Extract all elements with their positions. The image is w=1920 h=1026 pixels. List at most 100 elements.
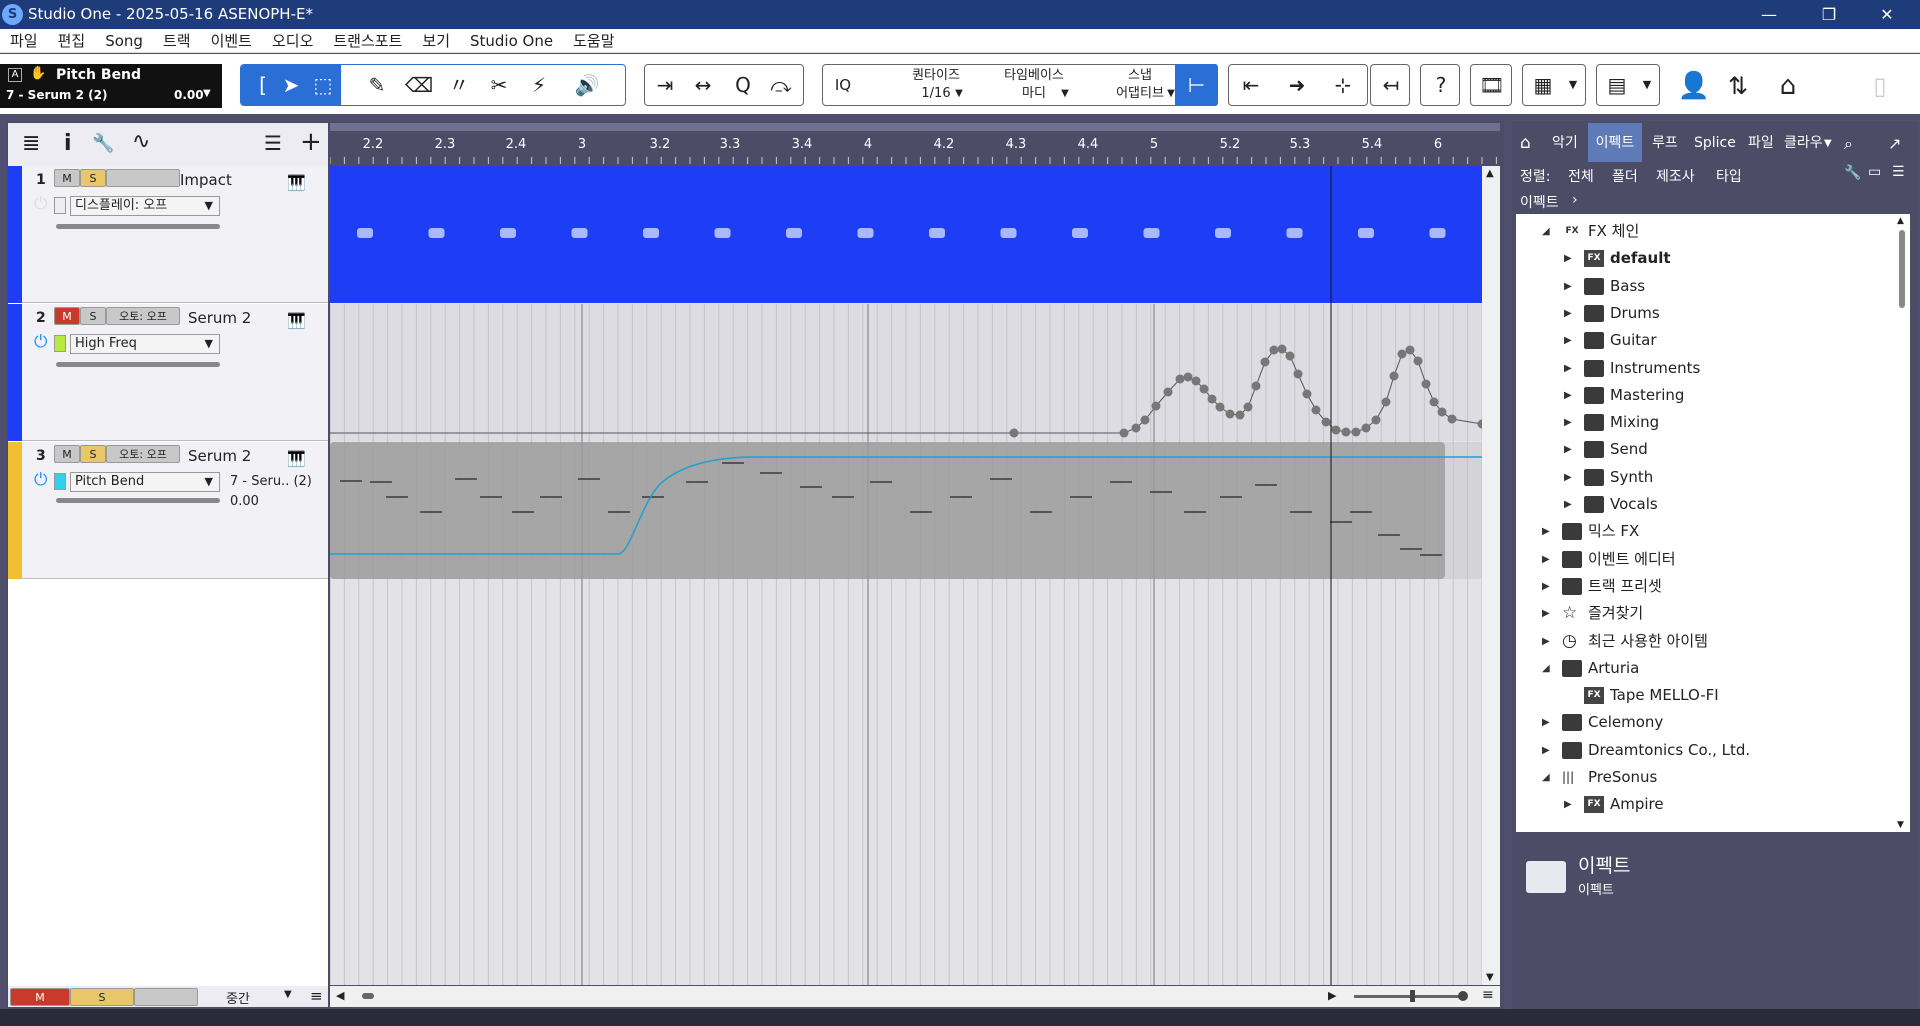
pencil-tool-icon[interactable]: ✎	[359, 65, 395, 105]
collapsed-arrow-icon[interactable]: ▶	[1564, 436, 1572, 463]
automation-point[interactable]	[1389, 371, 1399, 381]
collapsed-arrow-icon[interactable]: ▶	[1564, 273, 1572, 300]
bounce-icon[interactable]: ⤼	[763, 65, 799, 105]
automation-point[interactable]	[1437, 407, 1447, 417]
volume-slider[interactable]	[56, 362, 220, 367]
automation-point[interactable]	[1119, 428, 1129, 438]
automation-point[interactable]	[1285, 351, 1295, 361]
wrench-icon[interactable]: 🔧	[1844, 165, 1861, 181]
automation-point[interactable]	[1405, 345, 1415, 355]
add-track-icon[interactable]: +	[300, 127, 322, 157]
solo-button[interactable]: S	[80, 445, 106, 463]
timeline-ruler[interactable]: 2.2 2.3 2.4 3 3.2 3.3 3.4 4 4.2 4.3 4.4 5 5.2 5.3 5.4 6	[330, 123, 1500, 164]
scroll-up-icon[interactable]: ▲	[1486, 168, 1494, 179]
tree-item[interactable]: ▶ 믹스 FX	[1516, 518, 1894, 545]
sort-all[interactable]: 전체	[1568, 166, 1594, 186]
breadcrumb-effects[interactable]: 이펙트	[1520, 192, 1559, 212]
automation-point[interactable]	[1277, 344, 1287, 354]
solo-button[interactable]: S	[80, 307, 106, 325]
arrow-tool-icon[interactable]: ➤	[273, 65, 309, 105]
auto-mode-button[interactable]: 오토: 오프	[106, 445, 180, 463]
menu-icon[interactable]: ≡	[310, 987, 323, 1005]
vertical-scrollbar[interactable]: ▲ ▼	[1482, 166, 1500, 985]
restore-button[interactable]: ❐	[1800, 0, 1858, 29]
automation-point[interactable]	[1371, 415, 1381, 425]
tree-item[interactable]: ▶ Instruments	[1516, 355, 1894, 382]
collapsed-arrow-icon[interactable]: ▶	[1542, 518, 1550, 545]
expanded-arrow-icon[interactable]: ◢	[1542, 655, 1550, 682]
automation-point[interactable]	[1429, 397, 1439, 407]
menu-edit[interactable]: 편집	[48, 29, 96, 53]
help-button[interactable]: ?	[1420, 64, 1460, 106]
automation-point[interactable]	[1293, 369, 1303, 379]
tree-item[interactable]: ▶ FX default	[1516, 245, 1894, 272]
automation-point[interactable]	[1421, 379, 1431, 389]
grid-view-button[interactable]: ▦ ▼	[1522, 64, 1586, 106]
menu-studio-one[interactable]: Studio One	[460, 29, 563, 53]
automation-point[interactable]	[1447, 414, 1457, 424]
automation-point[interactable]	[1413, 356, 1423, 366]
listen-tool-icon[interactable]: 🔊	[569, 65, 605, 105]
collapsed-arrow-icon[interactable]: ▶	[1542, 709, 1550, 736]
automation-point[interactable]	[1361, 423, 1371, 433]
parameter-display[interactable]: A ✋ Pitch Bend 7 - Serum 2 (2) 0.00 ▼	[0, 64, 222, 108]
solo-button[interactable]: S	[80, 169, 106, 187]
sort-folder[interactable]: 폴더	[1612, 166, 1638, 186]
automation-point[interactable]	[1175, 374, 1185, 384]
chevron-down-icon[interactable]: ▼	[1055, 85, 1075, 103]
tab-effects[interactable]: 이펙트	[1588, 123, 1642, 164]
display-dropdown[interactable]: 디스플레이: 오프 ▼	[70, 196, 220, 216]
mute-button[interactable]: M	[54, 445, 80, 463]
power-icon[interactable]: ⏻	[34, 194, 47, 214]
tree-item[interactable]: ◢ ||| PreSonus	[1516, 764, 1894, 791]
menu-view[interactable]: 보기	[412, 29, 460, 53]
menu-song[interactable]: Song	[95, 29, 153, 53]
list-view-icon[interactable]: ☰	[1892, 164, 1905, 180]
chevron-down-icon[interactable]: ▼	[284, 989, 292, 1000]
scroll-up-icon[interactable]: ▲	[1897, 216, 1904, 226]
caret-down-icon[interactable]: ▼	[203, 88, 211, 99]
home-icon[interactable]: ⌂	[1770, 66, 1806, 106]
sort-vendor[interactable]: 제조사	[1656, 166, 1695, 186]
parameter-dropdown[interactable]: Pitch Bend ▼	[70, 472, 220, 492]
zoom-slider-thumb[interactable]	[1410, 990, 1415, 1002]
split-tool-icon[interactable]: ⚡	[521, 65, 557, 105]
mute-button[interactable]: M	[54, 169, 80, 187]
collapsed-arrow-icon[interactable]: ▶	[1564, 245, 1572, 272]
automation-point[interactable]	[1183, 372, 1193, 382]
global-mute-button[interactable]: M	[10, 988, 70, 1006]
automation-point[interactable]	[1302, 389, 1312, 399]
user-icon[interactable]: 👤	[1676, 66, 1712, 106]
tree-item[interactable]: ▶ FX Ampire	[1516, 791, 1894, 818]
menu-help[interactable]: 도움말	[563, 29, 624, 53]
auto-button[interactable]	[106, 169, 180, 187]
menu-transport[interactable]: 트랜스포트	[323, 29, 412, 53]
scroll-down-icon[interactable]: ▼	[1897, 820, 1904, 830]
automation-point[interactable]	[1191, 376, 1201, 386]
tree-item[interactable]: ▶ Mixing	[1516, 409, 1894, 436]
auto-mode-button[interactable]: 오토: 오프	[106, 307, 180, 325]
tree-item[interactable]: ▶ ◷ 최근 사용한 아이템	[1516, 628, 1894, 655]
scroll-left-icon[interactable]: ◀	[336, 989, 344, 1002]
automation-point[interactable]	[1151, 401, 1161, 411]
expanded-arrow-icon[interactable]: ◢	[1542, 764, 1550, 791]
automation-icon[interactable]: ∿	[132, 129, 150, 154]
power-icon[interactable]: ⏻	[34, 332, 47, 352]
eraser-tool-icon[interactable]: ⌫	[401, 65, 437, 105]
snap-toggle-icon[interactable]: ⊢	[1175, 64, 1218, 106]
collapsed-arrow-icon[interactable]: ▶	[1564, 491, 1572, 518]
mute-button[interactable]: M	[54, 307, 80, 325]
tree-item[interactable]: ▶ Send	[1516, 436, 1894, 463]
tree-item[interactable]: ▶ Bass	[1516, 273, 1894, 300]
tree-item[interactable]: ▶ Synth	[1516, 464, 1894, 491]
range-tool-icon[interactable]: ⬚	[305, 65, 341, 105]
tree-item[interactable]: ◢ FX FX 체인	[1516, 218, 1894, 245]
tab-splice[interactable]: Splice	[1694, 123, 1736, 164]
collapsed-arrow-icon[interactable]: ▶	[1564, 300, 1572, 327]
collapsed-arrow-icon[interactable]: ▶	[1542, 737, 1550, 764]
pop-out-icon[interactable]: ↗	[1888, 123, 1901, 164]
view-icon[interactable]: ▭	[1868, 164, 1881, 180]
automation-point[interactable]	[1321, 417, 1331, 427]
stretch-icon[interactable]: ↔	[685, 65, 721, 105]
autoscroll-icon[interactable]: ⇤	[1233, 65, 1269, 105]
